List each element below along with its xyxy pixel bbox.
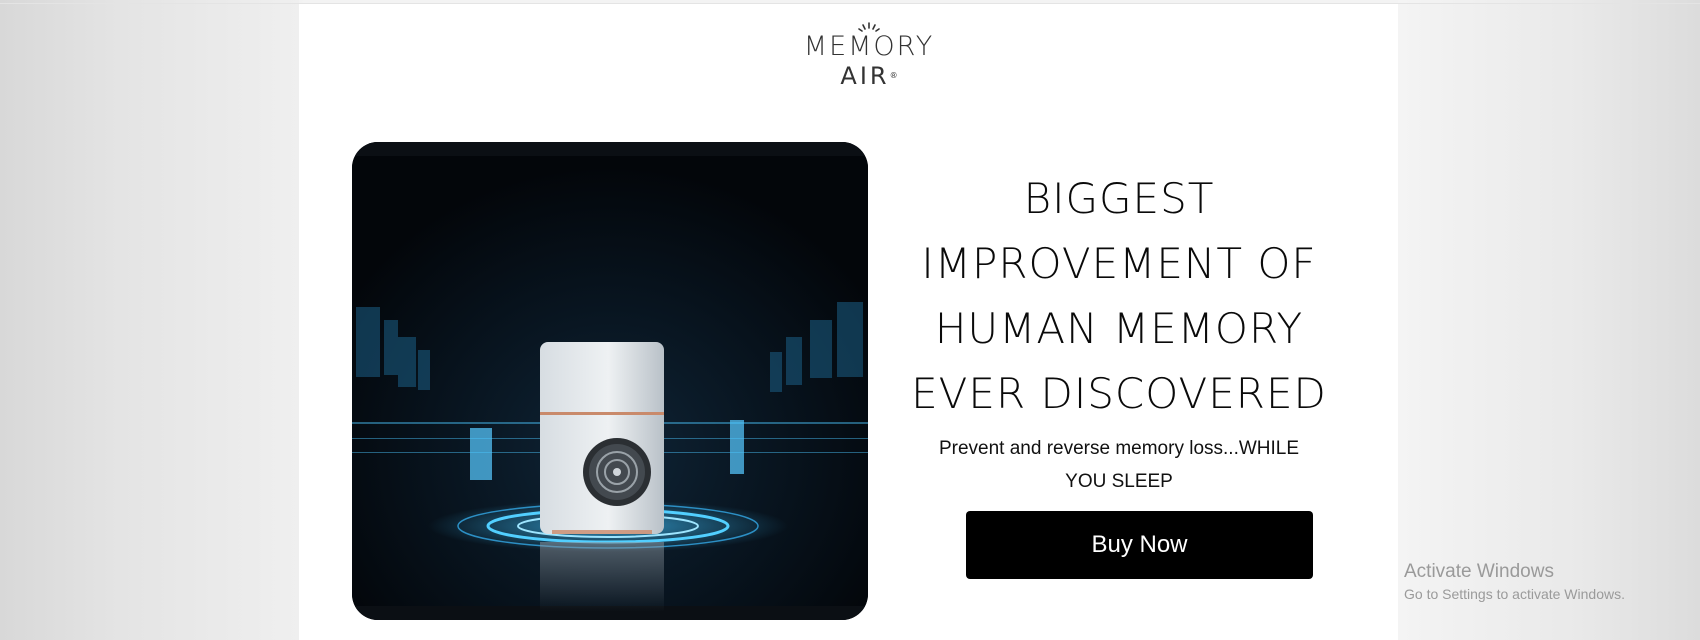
registered-mark: ® [889, 71, 898, 80]
page-background-left [0, 0, 299, 640]
headline-line-1: BIGGEST [1023, 174, 1215, 223]
headline-line-2: IMPROVEMENT OF [921, 239, 1317, 288]
page-background-right [1398, 0, 1700, 640]
headline-line-4: EVER DISCOVERED [911, 369, 1327, 418]
air-purifier-image [352, 142, 868, 620]
subtitle-line-1: Prevent and reverse memory loss...WHILE [938, 438, 1300, 459]
hero-headline: BIGGEST IMPROVEMENT OF HUMAN MEMORY EVER… [899, 166, 1339, 426]
activate-windows-subtitle: Go to Settings to activate Windows. [1404, 586, 1625, 602]
subtitle-line-2: YOU SLEEP [1065, 471, 1173, 492]
hero-product-image [352, 142, 868, 620]
buy-now-button[interactable]: Buy Now [966, 511, 1313, 579]
logo-text-air: AIR® [799, 62, 939, 90]
memory-air-logo[interactable]: MEMORY AIR® [799, 22, 939, 92]
hero-subtitle: Prevent and reverse memory loss...WHILE … [927, 432, 1311, 498]
activate-windows-title: Activate Windows [1404, 561, 1554, 582]
landing-card: MEMORY AIR® BIGGEST IMPROVEMENT OF HUMAN… [299, 4, 1398, 640]
logo-text-air-word: AIR [840, 62, 890, 90]
activate-windows-watermark: Activate Windows Go to Settings to activ… [1404, 560, 1625, 604]
logo-text-memory: MEMORY [803, 31, 935, 62]
headline-line-3: HUMAN MEMORY [934, 304, 1304, 353]
